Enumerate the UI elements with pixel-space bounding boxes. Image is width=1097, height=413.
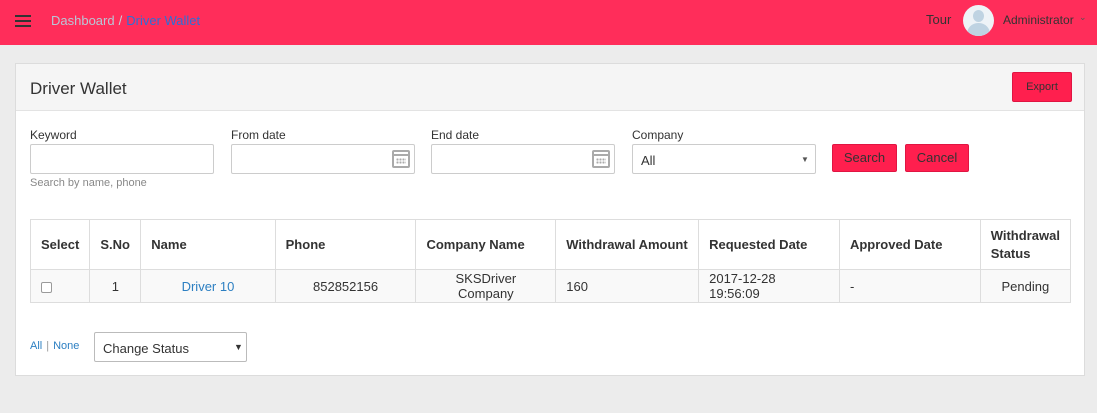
- driver-name-link[interactable]: Driver 10: [182, 279, 235, 294]
- end-date-input[interactable]: [431, 144, 615, 174]
- col-header-sno: S.No: [89, 219, 142, 270]
- select-none-link[interactable]: None: [53, 340, 79, 352]
- select-all-none: All | None: [30, 340, 79, 352]
- cell-amount: 160: [555, 269, 700, 303]
- cancel-button[interactable]: Cancel: [905, 144, 969, 172]
- breadcrumb-dashboard-link[interactable]: Dashboard: [51, 13, 115, 28]
- calendar-icon[interactable]: [392, 150, 410, 168]
- select-separator: |: [46, 340, 50, 352]
- end-date-label: End date: [431, 128, 480, 142]
- hamburger-menu-icon[interactable]: [15, 15, 31, 27]
- export-button[interactable]: Export: [1012, 72, 1072, 102]
- calendar-icon[interactable]: [592, 150, 610, 168]
- col-header-requested: Requested Date: [698, 219, 840, 270]
- breadcrumb: Dashboard / Driver Wallet: [51, 13, 200, 28]
- driver-wallet-panel: Driver Wallet Export Keyword Search by n…: [15, 63, 1085, 376]
- keyword-hint: Search by name, phone: [30, 177, 147, 189]
- table-row: 1 Driver 10 852852156 SKSDriver Company …: [29, 269, 1072, 303]
- keyword-input[interactable]: [30, 144, 214, 174]
- tour-link[interactable]: Tour: [926, 12, 951, 27]
- top-navbar: Dashboard / Driver Wallet Tour Administrat…: [0, 0, 1097, 45]
- from-date-label: From date: [231, 128, 286, 142]
- cell-approved-date: -: [838, 269, 981, 303]
- dropdown-caret-icon: ▼: [234, 342, 243, 352]
- company-select-value: All: [641, 153, 656, 168]
- col-header-select: Select: [29, 219, 91, 270]
- col-header-phone: Phone: [274, 219, 417, 270]
- breadcrumb-current: Driver Wallet: [126, 13, 201, 28]
- col-header-company: Company Name: [415, 219, 557, 270]
- breadcrumb-separator: /: [118, 13, 123, 28]
- change-status-select[interactable]: Change Status ▼: [94, 332, 247, 362]
- cell-sno: 1: [89, 269, 142, 303]
- table-header-row: Select S.No Name Phone Company Name With…: [29, 219, 1072, 270]
- cell-requested-date: 2017-12-28 19:56:09: [698, 269, 840, 303]
- col-header-approved: Approved Date: [838, 219, 981, 270]
- user-menu-name[interactable]: Administrator: [1003, 13, 1074, 27]
- search-button[interactable]: Search: [832, 144, 897, 172]
- dropdown-caret-icon: ▼: [801, 155, 809, 164]
- change-status-value: Change Status: [103, 341, 190, 356]
- user-avatar-icon[interactable]: [963, 5, 994, 36]
- row-select-checkbox[interactable]: [41, 281, 52, 293]
- panel-header: Driver Wallet Export: [16, 64, 1084, 111]
- chevron-down-icon[interactable]: ⌄: [1079, 12, 1087, 23]
- col-header-amount: Withdrawal Amount: [555, 219, 700, 270]
- driver-wallet-table: Select S.No Name Phone Company Name With…: [29, 219, 1072, 303]
- cell-company: SKSDriver Company: [415, 269, 557, 303]
- status-badge: Pending: [979, 269, 1072, 303]
- select-all-link[interactable]: All: [30, 340, 42, 352]
- company-label: Company: [632, 128, 684, 142]
- col-header-name: Name: [140, 219, 276, 270]
- page-title: Driver Wallet: [30, 79, 127, 98]
- keyword-label: Keyword: [30, 128, 77, 142]
- company-select[interactable]: All ▼: [632, 144, 816, 174]
- cell-phone: 852852156: [274, 269, 417, 303]
- from-date-input[interactable]: [231, 144, 415, 174]
- col-header-status: Withdrawal Status: [979, 219, 1072, 270]
